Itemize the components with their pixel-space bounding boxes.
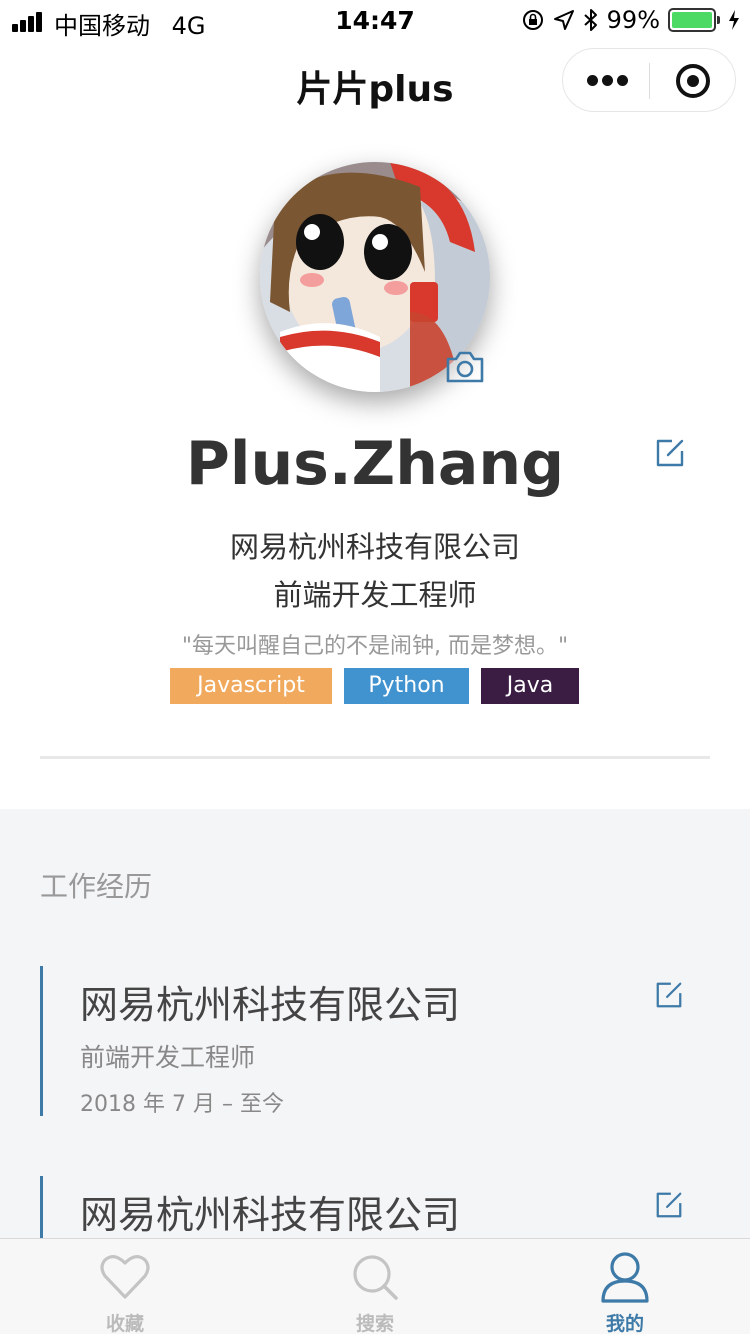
profile-name: Plus.Zhang bbox=[185, 429, 565, 499]
bluetooth-icon bbox=[583, 9, 597, 31]
screen: 中国移动 4G 14:47 99% 片片plus Plus.Zhang 网易杭州… bbox=[0, 0, 750, 1334]
battery-percent: 99% bbox=[606, 6, 660, 34]
capsule-divider bbox=[649, 63, 650, 99]
battery-fill bbox=[672, 12, 712, 28]
battery-icon bbox=[668, 8, 720, 32]
profile-motto: "每天叫醒自己的不是闹钟, 而是梦想。" bbox=[181, 634, 569, 659]
skill-tag[interactable]: Python bbox=[344, 668, 469, 704]
experience-company: 网易杭州科技有限公司 bbox=[80, 983, 461, 1027]
tab-label: 我的 bbox=[605, 1313, 644, 1334]
charging-icon bbox=[729, 10, 739, 30]
user-icon bbox=[601, 1252, 649, 1303]
tab-label: 搜索 bbox=[355, 1313, 394, 1334]
more-menu-icon[interactable] bbox=[587, 71, 629, 91]
camera-icon[interactable] bbox=[444, 349, 486, 385]
mini-program-capsule bbox=[562, 48, 736, 112]
search-icon bbox=[353, 1255, 398, 1300]
skill-tag[interactable]: Javascript bbox=[170, 668, 332, 704]
tab-mine[interactable]: 我的 bbox=[500, 1239, 750, 1334]
tab-bar: 收藏 搜索 我的 bbox=[0, 1238, 750, 1334]
nav-bar: 片片plus bbox=[0, 40, 750, 124]
experience-item[interactable]: 网易杭州科技有限公司 前端开发工程师 2018 年 7 月 – 至今 bbox=[40, 966, 710, 1117]
status-right: 99% bbox=[521, 6, 740, 34]
edit-experience-icon[interactable] bbox=[654, 1190, 684, 1220]
close-target-icon[interactable] bbox=[675, 63, 711, 99]
tab-search[interactable]: 搜索 bbox=[250, 1239, 500, 1334]
status-bar: 中国移动 4G 14:47 99% bbox=[0, 0, 750, 40]
location-icon bbox=[553, 10, 574, 30]
edit-profile-icon[interactable] bbox=[654, 437, 686, 469]
experience-position: 前端开发工程师 bbox=[80, 1043, 256, 1072]
skill-tag[interactable]: Java bbox=[481, 668, 579, 704]
divider bbox=[40, 756, 710, 759]
profile-position: 前端开发工程师 bbox=[273, 578, 477, 612]
section-title: 工作经历 bbox=[40, 870, 153, 903]
skill-tags: Javascript Python Java bbox=[170, 668, 579, 704]
profile-company: 网易杭州科技有限公司 bbox=[229, 530, 520, 564]
experience-date: 2018 年 7 月 – 至今 bbox=[80, 1092, 284, 1117]
profile-card: Plus.Zhang 网易杭州科技有限公司 前端开发工程师 "每天叫醒自己的不是… bbox=[0, 124, 750, 809]
tab-favorites[interactable]: 收藏 bbox=[0, 1239, 250, 1334]
edit-experience-icon[interactable] bbox=[654, 980, 684, 1010]
tab-label: 收藏 bbox=[105, 1313, 144, 1334]
rotation-lock-icon bbox=[522, 10, 543, 30]
heart-icon bbox=[100, 1255, 150, 1299]
accent-bar bbox=[40, 966, 43, 1116]
experience-company: 网易杭州科技有限公司 bbox=[80, 1193, 461, 1237]
